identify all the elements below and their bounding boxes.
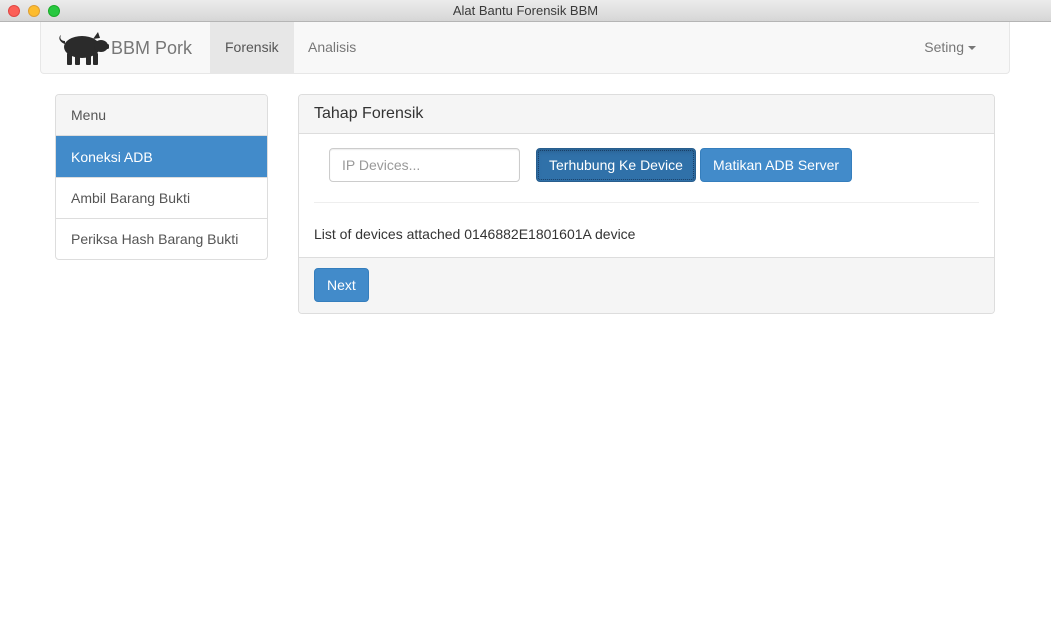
window-titlebar: Alat Bantu Forensik BBM <box>0 0 1051 22</box>
ip-devices-input[interactable] <box>329 148 520 182</box>
caret-down-icon <box>968 46 976 51</box>
settings-label: Seting <box>924 39 964 55</box>
navbar: BBM Pork Forensik Analisis Seting <box>40 22 1010 74</box>
sidebar-item-periksa-hash[interactable]: Periksa Hash Barang Bukti <box>56 218 267 259</box>
sidebar-item-koneksi-adb[interactable]: Koneksi ADB <box>56 136 267 177</box>
sidebar-item-ambil-barang-bukti[interactable]: Ambil Barang Bukti <box>56 177 267 218</box>
sidebar-heading: Menu <box>56 95 267 136</box>
tab-analisis[interactable]: Analisis <box>293 22 371 73</box>
device-list-output: List of devices attached 0146882E1801601… <box>314 226 636 242</box>
panel-body: Terhubung Ke Device Matikan ADB Server L… <box>299 134 994 259</box>
kill-adb-server-button[interactable]: Matikan ADB Server <box>700 148 853 182</box>
brand[interactable]: BBM Pork <box>55 29 192 67</box>
window-title: Alat Bantu Forensik BBM <box>452 3 599 18</box>
panel-title: Tahap Forensik <box>299 95 994 134</box>
pig-icon <box>59 32 109 65</box>
divider <box>314 202 979 203</box>
connect-device-button[interactable]: Terhubung Ke Device <box>536 148 696 182</box>
panel-footer: Next <box>299 257 994 313</box>
next-button[interactable]: Next <box>314 268 369 302</box>
brand-name: BBM Pork <box>111 37 193 58</box>
sidebar-menu: Menu Koneksi ADB Ambil Barang Bukti Peri… <box>55 94 268 260</box>
close-window-button[interactable] <box>8 5 20 17</box>
tab-forensik[interactable]: Forensik <box>210 22 294 73</box>
forensic-panel: Tahap Forensik Terhubung Ke Device Matik… <box>298 94 995 314</box>
maximize-window-button[interactable] <box>48 5 60 17</box>
minimize-window-button[interactable] <box>28 5 40 17</box>
settings-dropdown[interactable]: Seting <box>909 22 991 73</box>
